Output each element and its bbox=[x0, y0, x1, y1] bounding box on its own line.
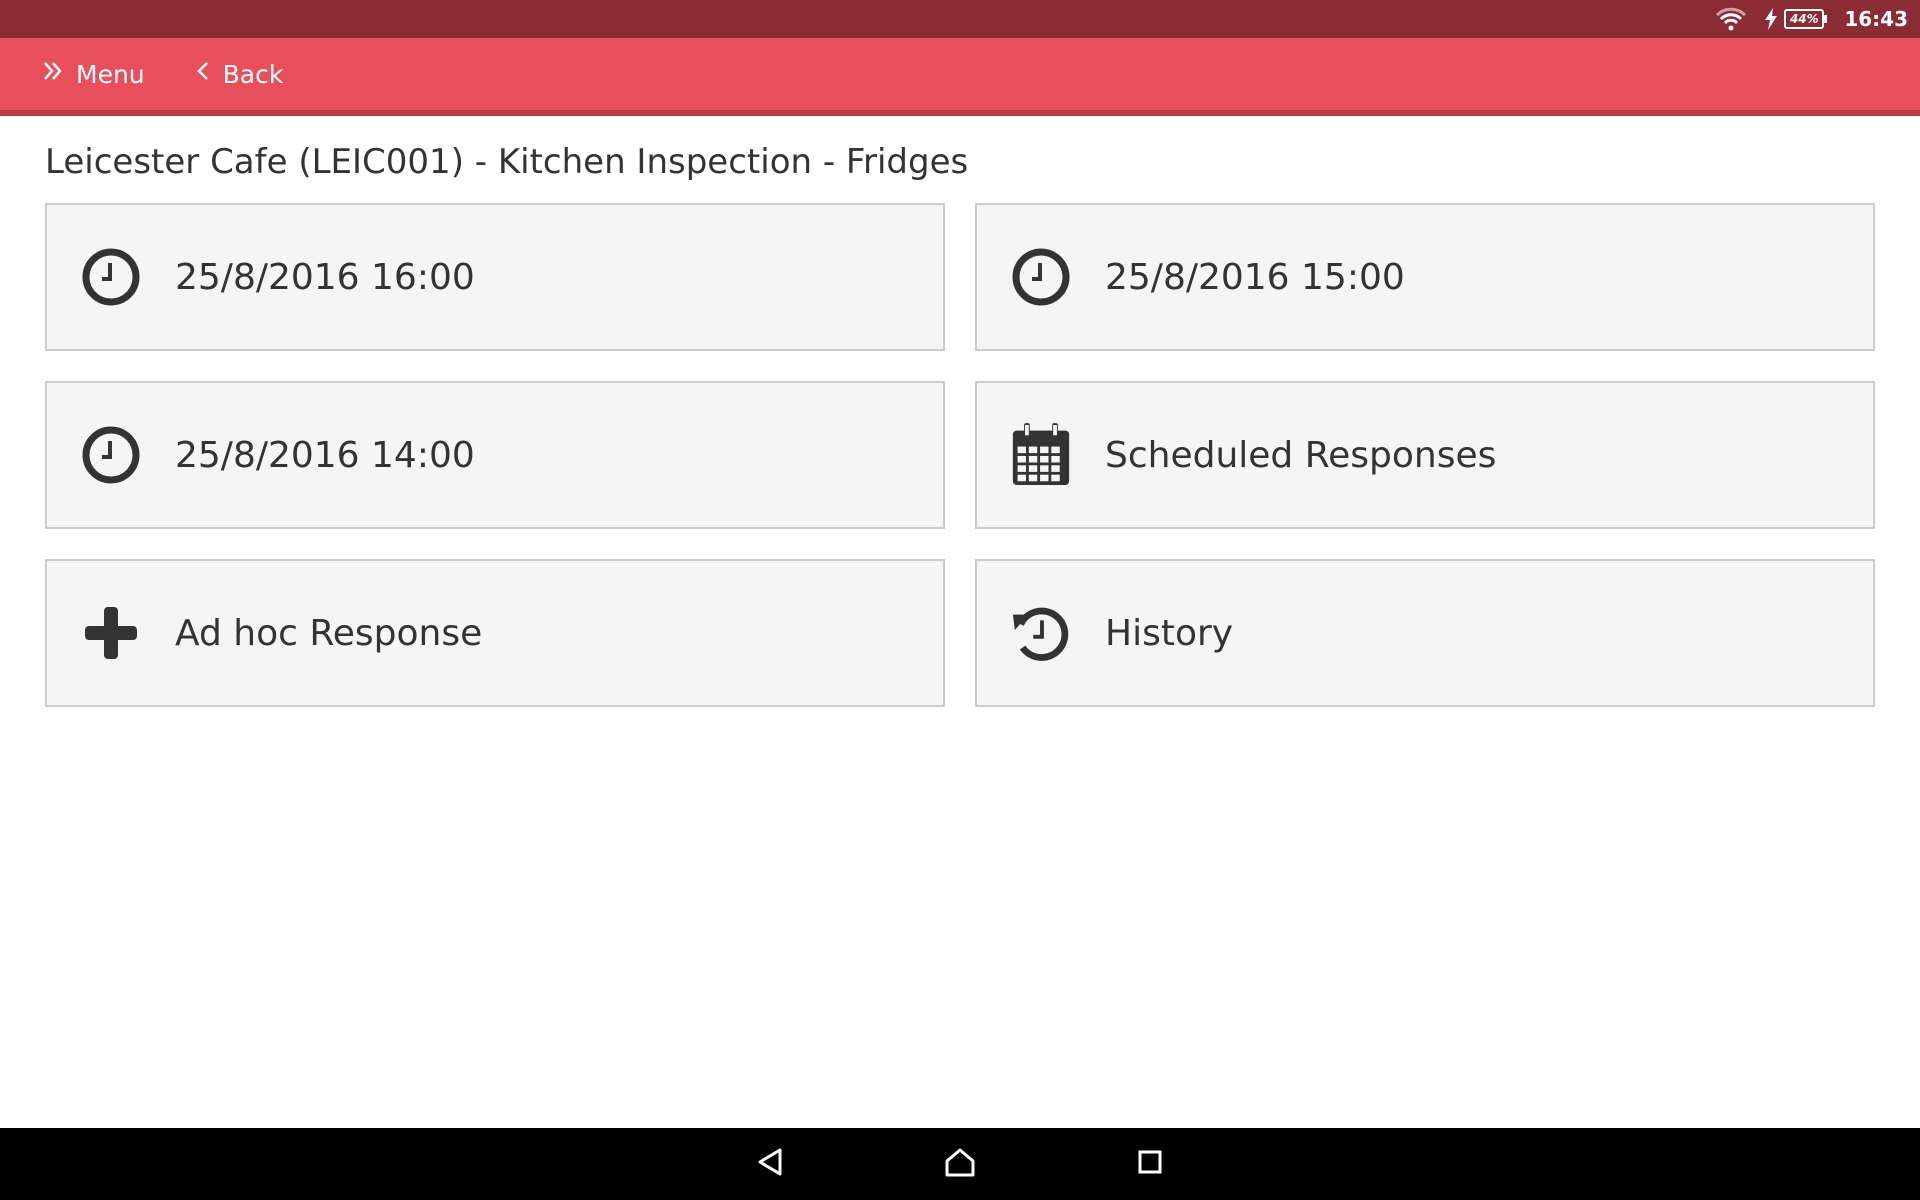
tile-response-1600[interactable]: 25/8/2016 16:00 bbox=[45, 203, 945, 351]
home-icon bbox=[944, 1147, 976, 1181]
app-bar-divider bbox=[0, 110, 1920, 116]
charging-bolt-icon bbox=[1764, 8, 1778, 30]
tile-label: Ad hoc Response bbox=[175, 612, 483, 654]
menu-button[interactable]: Menu bbox=[42, 59, 145, 89]
system-back-button[interactable] bbox=[740, 1134, 800, 1194]
page-title: Leicester Cafe (LEIC001) - Kitchen Inspe… bbox=[45, 142, 969, 182]
battery-level: 44% bbox=[1784, 9, 1828, 29]
plus-icon bbox=[81, 603, 141, 663]
wifi-icon bbox=[1716, 7, 1747, 31]
tile-history[interactable]: History bbox=[975, 559, 1875, 707]
clock-icon bbox=[1011, 247, 1071, 307]
system-home-button[interactable] bbox=[930, 1134, 990, 1194]
app-bar: Menu Back bbox=[0, 38, 1920, 110]
menu-label: Menu bbox=[76, 59, 145, 89]
system-nav-bar bbox=[0, 1128, 1920, 1200]
tile-scheduled-responses[interactable]: Scheduled Responses bbox=[975, 381, 1875, 529]
tile-label: Scheduled Responses bbox=[1105, 434, 1497, 476]
status-bar: 44% 16:43 bbox=[0, 0, 1920, 38]
tile-label: 25/8/2016 14:00 bbox=[175, 434, 475, 476]
tile-response-1400[interactable]: 25/8/2016 14:00 bbox=[45, 381, 945, 529]
double-chevron-right-icon bbox=[42, 59, 76, 89]
tile-ad-hoc-response[interactable]: Ad hoc Response bbox=[45, 559, 945, 707]
tile-label: 25/8/2016 15:00 bbox=[1105, 256, 1405, 298]
action-tiles: 25/8/2016 16:00 25/8/2016 15:00 25/8/201… bbox=[45, 203, 1875, 707]
screen: 44% 16:43 Menu Back Leicester Cafe (LEIC bbox=[0, 0, 1920, 1200]
back-label: Back bbox=[222, 59, 284, 89]
tile-label: 25/8/2016 16:00 bbox=[175, 256, 475, 298]
calendar-icon bbox=[1011, 423, 1071, 485]
system-recents-button[interactable] bbox=[1120, 1134, 1180, 1194]
clock-icon bbox=[81, 247, 141, 307]
back-button[interactable]: Back bbox=[193, 59, 284, 89]
clock-icon bbox=[81, 425, 141, 485]
back-triangle-icon bbox=[756, 1147, 784, 1181]
tile-label: History bbox=[1105, 612, 1234, 654]
tile-response-1500[interactable]: 25/8/2016 15:00 bbox=[975, 203, 1875, 351]
history-icon bbox=[1011, 603, 1071, 663]
battery-icon: 44% bbox=[1784, 9, 1828, 29]
status-time: 16:43 bbox=[1844, 7, 1908, 31]
chevron-left-icon bbox=[193, 59, 223, 89]
recents-icon bbox=[1137, 1149, 1163, 1179]
